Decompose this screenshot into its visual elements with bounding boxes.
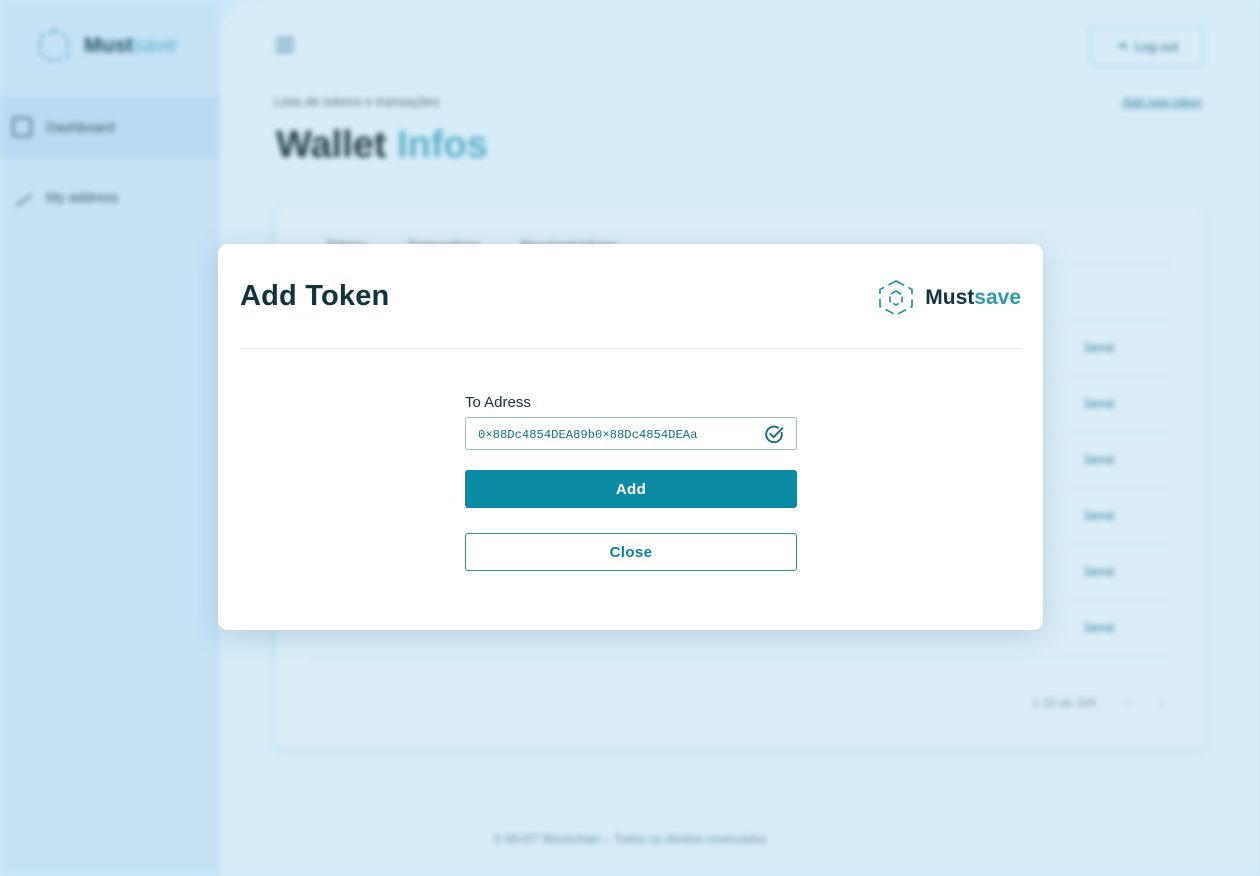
send-button[interactable]: Send [1084, 564, 1114, 579]
sidebar-item-dashboard[interactable]: Dashboard [0, 96, 220, 158]
to-address-input[interactable] [466, 418, 796, 449]
sidebar: Mustsave Dashboard My address [0, 0, 220, 876]
mustsave-logo: Mustsave [875, 279, 1021, 317]
pagination: 1-10 de 100 ‹ › [1032, 696, 1164, 710]
sidebar-item-label: Dashboard [46, 119, 115, 135]
pagination-text: 1-10 de 100 [1031, 696, 1096, 710]
chevron-left-icon[interactable]: ‹ [1126, 696, 1130, 710]
add-new-token-link[interactable]: Add new token [1123, 95, 1202, 109]
sidebar-logo: Mustsave [36, 28, 177, 64]
send-button[interactable]: Send [1084, 396, 1114, 411]
grid-icon [12, 117, 32, 137]
logout-button[interactable]: ⇥ Log out [1090, 26, 1204, 66]
add-token-modal: Add Token Mustsave To Adress Add Close [218, 244, 1043, 630]
to-address-label: To Adress [465, 394, 531, 411]
page-subtitle: Lista de tokens e transações [274, 94, 440, 109]
logout-icon: ⇥ [1115, 38, 1127, 53]
modal-title: Add Token [240, 280, 390, 312]
footer: © MUST Blockchain – Todos os direitos re… [493, 832, 767, 846]
check-circle-icon [765, 425, 784, 444]
hexagon-logo-icon [879, 280, 914, 316]
modal-divider [240, 348, 1021, 349]
modal-brand: Mustsave [925, 286, 1021, 309]
sidebar-item-label: My address [46, 189, 119, 205]
sidebar-brand: Mustsave [84, 34, 178, 57]
to-address-field[interactable] [465, 417, 797, 450]
chevron-right-icon[interactable]: › [1160, 696, 1164, 710]
send-button[interactable]: Send [1084, 340, 1114, 355]
send-button[interactable]: Send [1084, 508, 1114, 523]
page-title: Wallet Infos [276, 124, 488, 166]
pen-icon [10, 187, 34, 207]
hexagon-logo-icon [39, 28, 69, 64]
send-button[interactable]: Send [1084, 452, 1114, 467]
menu-icon[interactable] [276, 38, 294, 52]
sidebar-item-my-address[interactable]: My address [0, 166, 220, 228]
add-button[interactable]: Add [465, 470, 797, 508]
close-button[interactable]: Close [465, 533, 797, 571]
send-button[interactable]: Send [1084, 620, 1114, 635]
